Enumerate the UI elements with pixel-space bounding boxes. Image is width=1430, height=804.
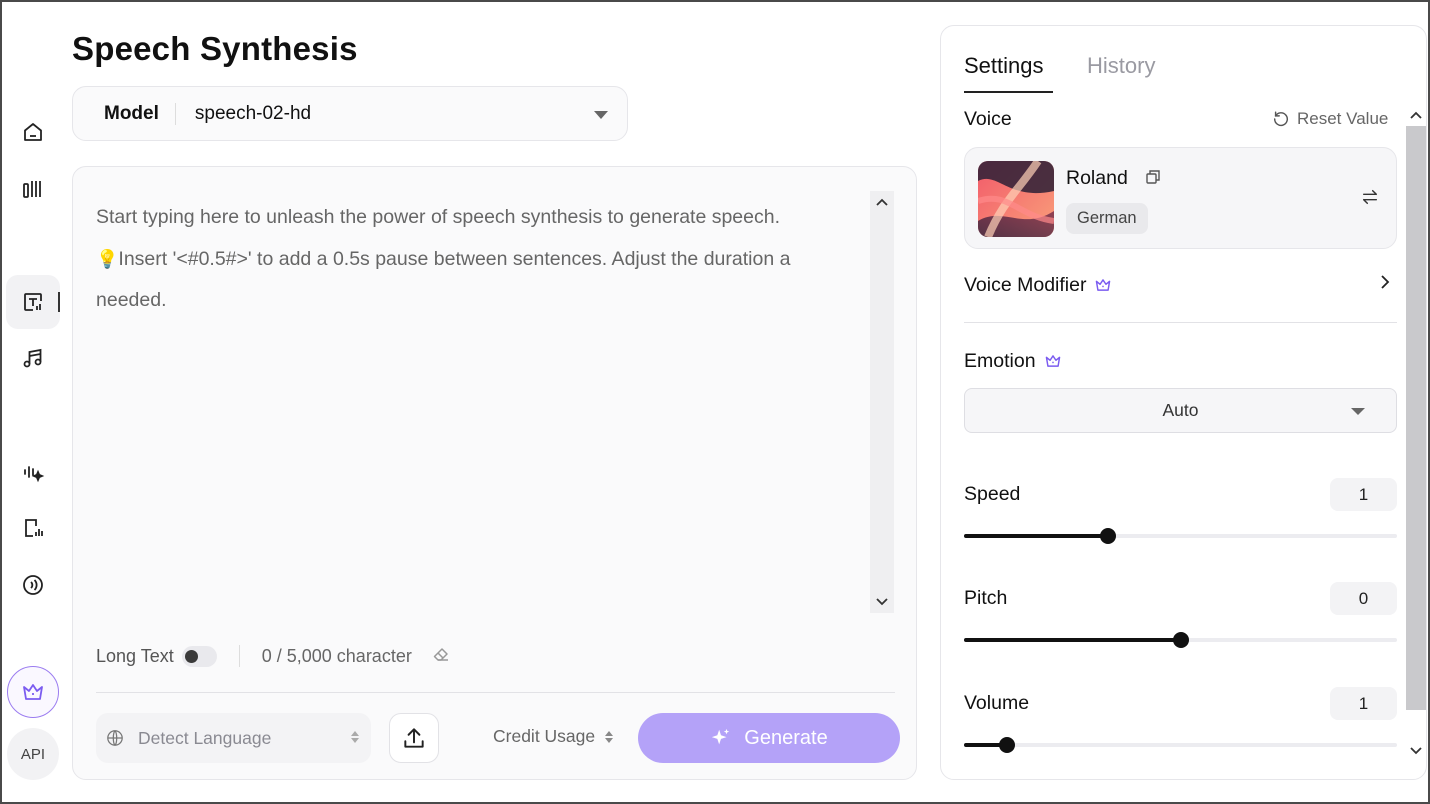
model-value: speech-02-hd: [194, 102, 312, 124]
slider-thumb[interactable]: [999, 737, 1016, 753]
credit-usage-label: Credit Usage: [493, 726, 596, 746]
slider-thumb[interactable]: [1172, 632, 1189, 648]
crown-icon: [23, 684, 43, 700]
reset-value-button[interactable]: Reset Value: [1272, 109, 1388, 129]
tab-settings[interactable]: Settings: [964, 53, 1044, 79]
emotion-value: Auto: [1162, 400, 1199, 420]
sort-updown-icon: [351, 731, 359, 743]
scrollbar-thumb[interactable]: [1406, 126, 1426, 710]
sidebar-item-library[interactable]: [6, 162, 60, 216]
char-count: 0 / 5,000 character: [261, 645, 412, 666]
library-icon: [23, 181, 41, 198]
long-text-row: Long Text 0 / 5,000 character: [96, 645, 450, 667]
generate-button[interactable]: Generate: [638, 713, 900, 763]
speed-value[interactable]: 1: [1330, 478, 1397, 511]
pitch-slider[interactable]: [964, 632, 1397, 648]
volume-value[interactable]: 1: [1330, 687, 1397, 720]
chevron-right-icon[interactable]: [1379, 274, 1391, 295]
credit-usage[interactable]: Credit Usage: [493, 726, 614, 747]
chevron-down-icon[interactable]: [874, 595, 890, 609]
voice-language-tag: German: [1066, 203, 1148, 234]
audio-wave-icon: [23, 575, 43, 595]
placeholder-line: needed.: [96, 289, 167, 311]
text-editor[interactable]: Start typing here to unleash the power o…: [72, 166, 917, 780]
caret-down-icon: [594, 111, 608, 119]
voice-label: Voice: [964, 108, 1012, 130]
emotion-label: Emotion: [964, 350, 1036, 372]
sidebar-item-text-to-speech[interactable]: [6, 275, 60, 329]
sidebar-item-music[interactable]: [6, 331, 60, 385]
chevron-up-icon[interactable]: [1408, 108, 1424, 122]
sidebar-item-audio[interactable]: [6, 558, 60, 612]
voice-clone-icon: [25, 519, 43, 537]
page-title: Speech Synthesis: [72, 30, 358, 67]
placeholder-line: Start typing here to unleash the power o…: [96, 206, 781, 228]
emotion-row: Emotion: [964, 350, 1062, 375]
placeholder-tip: Insert '<#0.5#>' to add a 0.5s pause bet…: [118, 247, 791, 270]
voice-modifier-label: Voice Modifier: [964, 274, 1087, 296]
volume-slider[interactable]: [964, 737, 1397, 753]
sort-updown-icon: [605, 730, 614, 743]
voice-card[interactable]: Roland German: [964, 147, 1397, 249]
copy-icon[interactable]: [1145, 169, 1161, 190]
slider-fill: [964, 534, 1109, 538]
active-tab-underline: [964, 91, 1053, 93]
panel-scrollbar[interactable]: [1403, 104, 1426, 762]
home-icon: [24, 123, 42, 141]
volume-label: Volume: [964, 692, 1030, 714]
sidebar-item-voice-design[interactable]: [6, 445, 60, 499]
editor-placeholder[interactable]: Start typing here to unleash the power o…: [96, 197, 876, 322]
editor-scrollbar[interactable]: [870, 191, 894, 613]
lightbulb-icon: 💡: [96, 248, 119, 269]
long-text-toggle[interactable]: [181, 645, 217, 667]
sidebar-item-home[interactable]: [6, 105, 60, 159]
api-button[interactable]: API: [7, 728, 59, 780]
model-label: Model: [104, 102, 159, 124]
upload-icon: [404, 728, 424, 748]
pitch-value[interactable]: 0: [1330, 582, 1397, 615]
sparkle-icon: [712, 728, 730, 745]
reset-icon: [1273, 111, 1289, 127]
crown-icon: [1044, 352, 1062, 375]
voice-name: Roland: [1066, 167, 1128, 189]
model-select[interactable]: Model speech-02-hd: [72, 86, 628, 141]
separator: [238, 645, 240, 667]
slider-thumb[interactable]: [1100, 528, 1117, 544]
text-to-speech-icon: [24, 293, 42, 311]
crown-icon: [1094, 276, 1112, 299]
reset-value-label: Reset Value: [1297, 109, 1389, 128]
voice-avatar: [978, 161, 1054, 237]
music-icon: [23, 348, 42, 368]
generate-label: Generate: [744, 726, 828, 749]
eraser-icon[interactable]: [432, 646, 450, 667]
premium-button[interactable]: [7, 666, 59, 718]
toggle-knob: [184, 649, 198, 663]
caret-down-icon: [1351, 408, 1365, 415]
emotion-select[interactable]: Auto: [964, 388, 1397, 433]
voice-design-icon: [24, 466, 45, 483]
model-separator: [174, 102, 176, 125]
divider: [96, 692, 895, 693]
long-text-label: Long Text: [96, 645, 174, 666]
language-select-text: Detect Language: [138, 727, 272, 748]
sidebar-item-voice-clone[interactable]: [6, 501, 60, 555]
active-indicator: [58, 292, 60, 312]
tab-history[interactable]: History: [1087, 53, 1155, 79]
chevron-down-icon[interactable]: [1408, 744, 1424, 758]
pitch-label: Pitch: [964, 587, 1008, 609]
upload-button[interactable]: [389, 713, 439, 763]
divider: [964, 322, 1397, 323]
speed-slider[interactable]: [964, 528, 1397, 544]
speed-label: Speed: [964, 483, 1021, 505]
placeholder-line: 💡Insert '<#0.5#>' to add a 0.5s pause be…: [96, 239, 876, 281]
chevron-up-icon[interactable]: [874, 195, 890, 209]
swap-icon[interactable]: [1361, 188, 1379, 211]
language-select[interactable]: Detect Language: [96, 713, 371, 763]
slider-fill: [964, 638, 1181, 642]
settings-panel: Settings History Voice Reset Value Rolan…: [940, 25, 1427, 780]
sidebar: API: [2, 2, 62, 802]
globe-icon: [107, 730, 123, 746]
voice-modifier-row[interactable]: Voice Modifier: [964, 274, 1112, 299]
